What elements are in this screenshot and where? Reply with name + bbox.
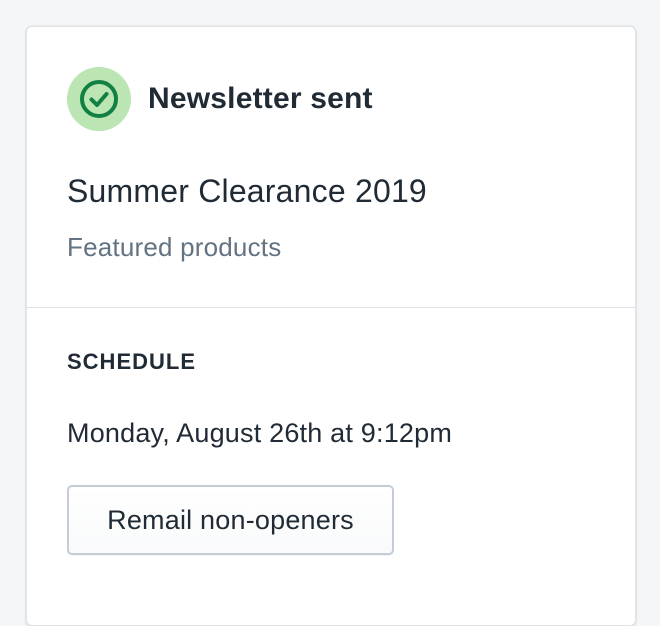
campaign-type: Featured products xyxy=(67,232,282,262)
schedule-heading: SCHEDULE xyxy=(67,349,197,374)
status-row: Newsletter sent xyxy=(67,67,373,131)
status-title: Newsletter sent xyxy=(148,82,373,115)
campaign-name: Summer Clearance 2019 xyxy=(67,173,427,209)
check-circle-icon xyxy=(67,67,131,131)
remail-non-openers-button[interactable]: Remail non-openers xyxy=(67,485,394,555)
campaign-summary-section: Newsletter sent Summer Clearance 2019 Fe… xyxy=(27,27,635,308)
campaign-card: Newsletter sent Summer Clearance 2019 Fe… xyxy=(26,26,636,626)
schedule-date: Monday, August 26th at 9:12pm xyxy=(67,418,453,448)
